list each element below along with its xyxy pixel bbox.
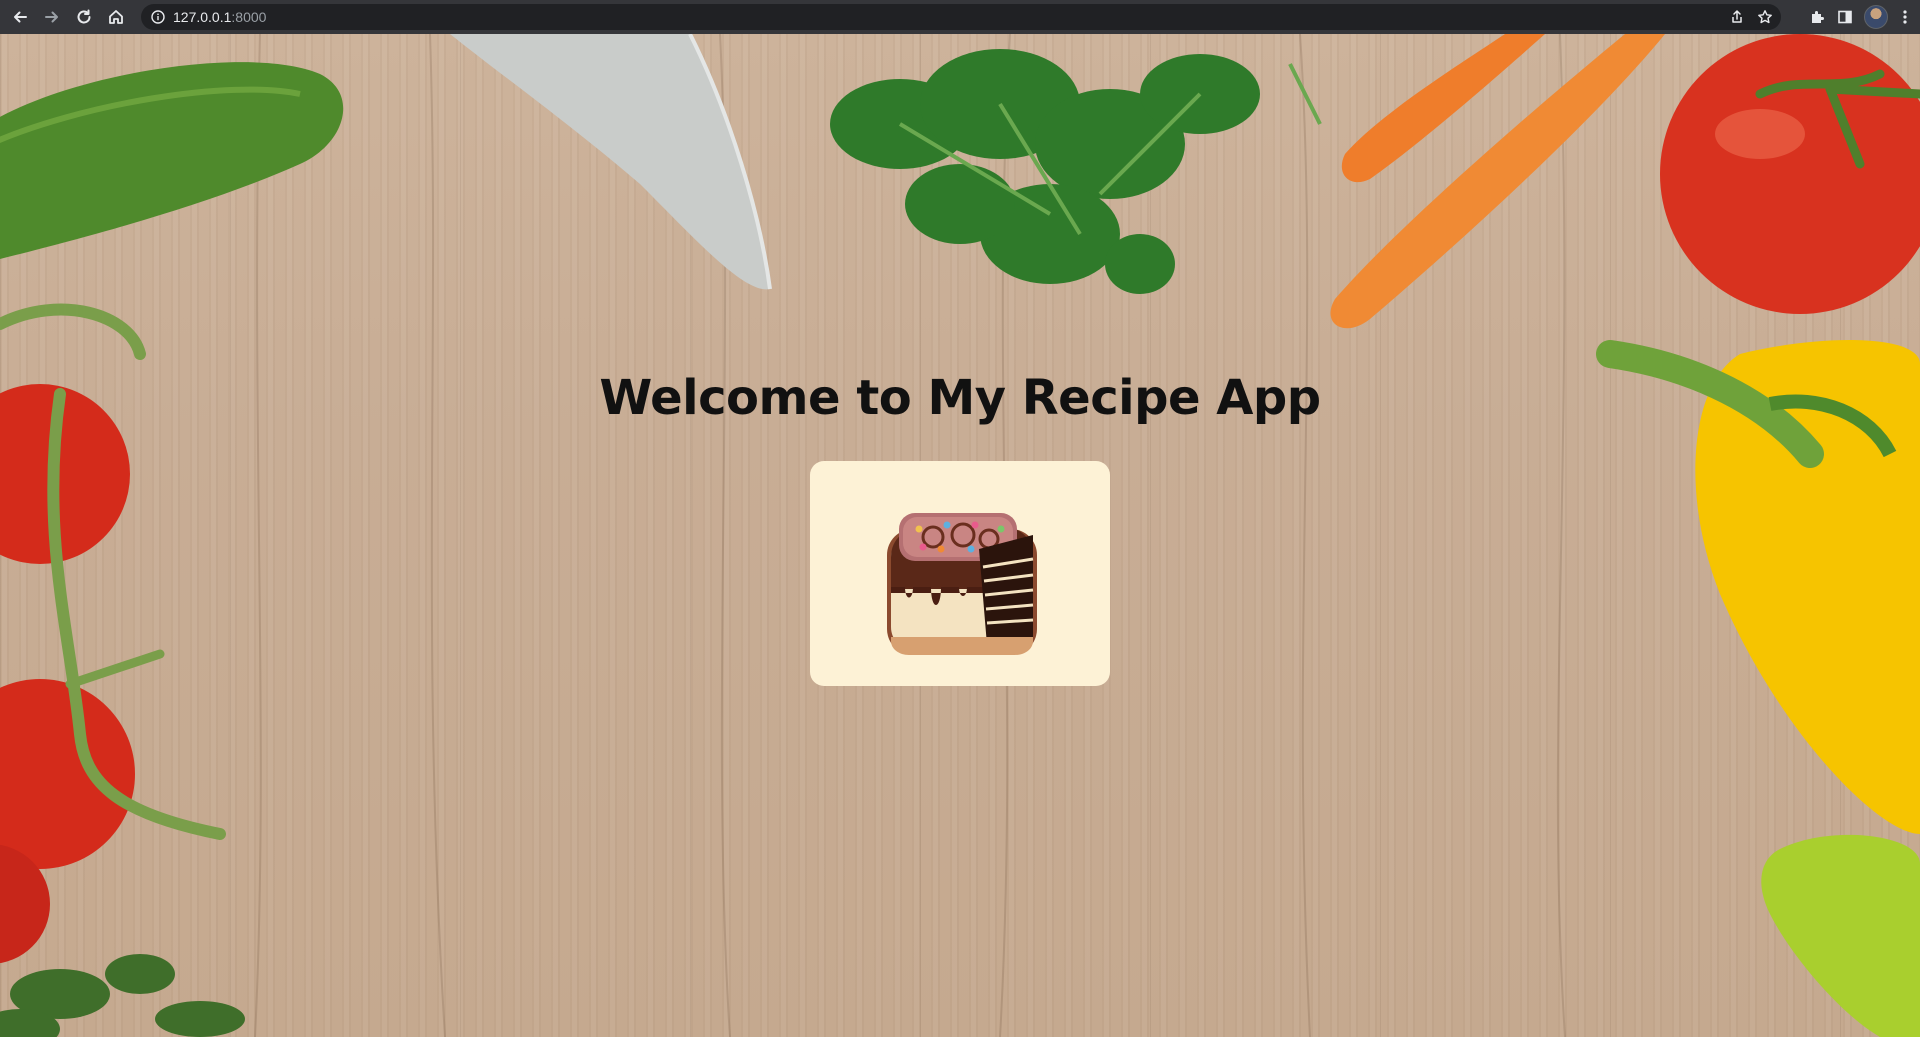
url-text[interactable]: 127.0.0.1:8000	[173, 9, 266, 25]
green-pepper	[1761, 834, 1920, 1037]
cake-logo	[887, 512, 1037, 655]
avatar[interactable]	[1864, 5, 1888, 29]
url-port: :8000	[231, 9, 267, 25]
arrow-right-icon	[45, 11, 58, 23]
omnibox-actions	[1729, 4, 1773, 30]
page-title: Welcome to My Recipe App	[599, 370, 1321, 426]
kebab-menu-icon[interactable]	[1898, 8, 1912, 26]
url-host: 127.0.0.1	[173, 9, 232, 25]
star-icon[interactable]	[1757, 9, 1773, 25]
reload-icon	[77, 9, 91, 24]
thyme	[0, 954, 245, 1037]
cake-logo-card	[810, 461, 1110, 686]
home-button[interactable]	[102, 3, 130, 31]
reload-button[interactable]	[70, 3, 98, 31]
tomato	[0, 679, 135, 869]
parsley	[830, 49, 1260, 294]
carrot	[1330, 34, 1665, 329]
toolbar-actions	[1808, 0, 1912, 34]
home-icon	[109, 10, 123, 24]
puzzle-icon[interactable]	[1808, 8, 1826, 26]
info-icon[interactable]	[151, 10, 165, 24]
address-bar[interactable]: 127.0.0.1:8000	[141, 4, 1781, 30]
side-panel-icon[interactable]	[1836, 8, 1854, 26]
forward-button[interactable]	[38, 3, 66, 31]
page-viewport: Welcome to My Recipe App	[0, 34, 1920, 1037]
share-icon[interactable]	[1729, 9, 1745, 25]
browser-window: 127.0.0.1:8000 Welcome to My Recipe App	[0, 0, 1920, 1037]
browser-toolbar: 127.0.0.1:8000	[0, 0, 1920, 34]
back-button[interactable]	[6, 3, 34, 31]
arrow-left-icon	[14, 11, 27, 23]
